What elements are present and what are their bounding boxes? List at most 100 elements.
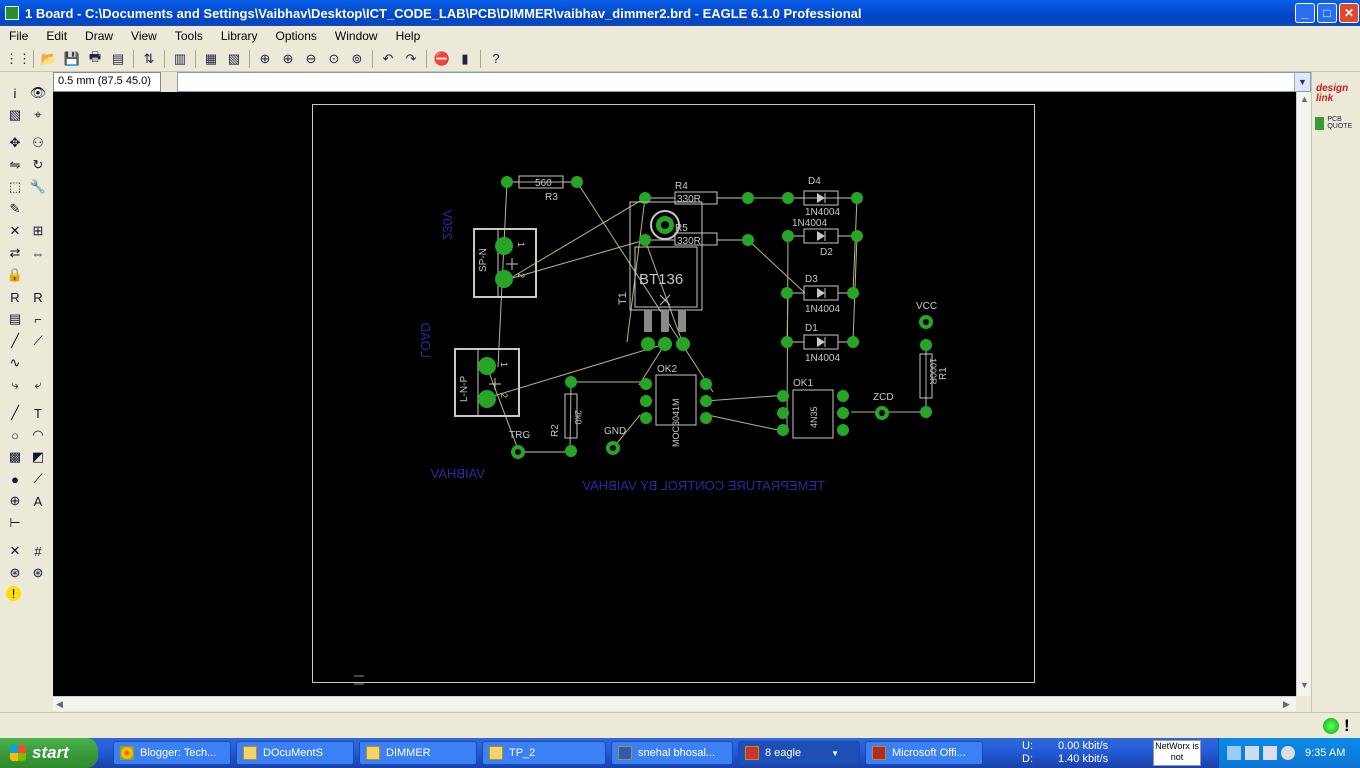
arc-icon[interactable]: ◠ <box>29 426 47 444</box>
designlink-logo[interactable]: design link <box>1316 84 1358 108</box>
polygon-icon[interactable]: ◩ <box>29 448 47 466</box>
meander-icon[interactable]: ∿ <box>6 354 24 372</box>
wire-icon[interactable]: ╱ <box>6 404 24 422</box>
text-icon[interactable]: T <box>29 404 47 422</box>
delete-icon[interactable]: ✕ <box>6 222 24 240</box>
value-icon[interactable]: R <box>29 288 47 306</box>
horizontal-scrollbar[interactable]: ◀ ▶ <box>53 696 1296 711</box>
open-folder-icon[interactable]: 📂 <box>39 49 59 69</box>
command-line-input[interactable]: ▼ <box>177 72 1311 92</box>
drc-icon[interactable]: ⊛ <box>6 564 24 582</box>
run-ulp-icon[interactable]: ▧ <box>224 49 244 69</box>
tray-volume-icon[interactable] <box>1245 746 1259 760</box>
status-ok-icon <box>1323 718 1339 734</box>
zoom-out-icon[interactable]: ⊖ <box>301 49 321 69</box>
lock-icon[interactable]: 🔒 <box>6 266 24 284</box>
hole-icon[interactable]: ⊕ <box>6 492 24 510</box>
scroll-up-icon[interactable]: ▲ <box>1300 94 1309 104</box>
task-tp2[interactable]: TP_2 <box>482 741 606 765</box>
stop-icon[interactable]: ⛔ <box>432 49 452 69</box>
ripup-icon[interactable]: ⤶ <box>29 376 47 394</box>
split-icon[interactable]: ╱ <box>6 332 24 350</box>
dimension-icon[interactable]: ⊢ <box>6 514 24 532</box>
circle-icon[interactable]: ○ <box>6 426 24 444</box>
zoom-select-icon[interactable]: ⊚ <box>347 49 367 69</box>
mirror-icon[interactable]: ⇋ <box>6 156 24 174</box>
scroll-right-icon[interactable]: ▶ <box>1283 699 1290 710</box>
zoom-to-fit-icon[interactable]: ⊕ <box>255 49 275 69</box>
errors-icon[interactable]: ⊛ <box>29 564 47 582</box>
zoom-in-icon[interactable]: ⊕ <box>278 49 298 69</box>
miter-icon[interactable]: ⌐ <box>29 310 47 328</box>
tray-network-icon[interactable] <box>1227 746 1241 760</box>
pinswap-icon[interactable]: ⇔ <box>29 244 47 262</box>
menu-help[interactable]: Help <box>387 29 430 43</box>
ratsnest-icon[interactable]: ✕ <box>6 542 24 560</box>
start-button[interactable]: start <box>0 738 98 768</box>
change-icon[interactable]: 🔧 <box>29 178 47 196</box>
smash-icon[interactable]: ▤ <box>6 310 24 328</box>
add-icon[interactable]: ⊞ <box>29 222 47 240</box>
mark-icon[interactable]: ⌖ <box>29 106 47 124</box>
info-icon[interactable]: i <box>6 84 24 102</box>
clock[interactable]: 9:35 AM <box>1305 747 1345 759</box>
group-icon[interactable]: ⬚ <box>6 178 24 196</box>
scroll-down-icon[interactable]: ▼ <box>1300 680 1309 690</box>
name-icon[interactable]: R <box>6 288 24 306</box>
use-library-icon[interactable]: ▥ <box>170 49 190 69</box>
via-icon[interactable]: ● <box>6 470 24 488</box>
copy-icon[interactable]: ⚇ <box>29 134 47 152</box>
task-blogger[interactable]: Blogger: Tech... <box>113 741 231 765</box>
task-eagle[interactable]: 8 eagle ▼ <box>738 741 860 765</box>
task-snehal[interactable]: snehal bhosal... <box>611 741 733 765</box>
replace-icon[interactable]: ⇄ <box>6 244 24 262</box>
attribute-icon[interactable]: A <box>29 492 47 510</box>
menu-draw[interactable]: Draw <box>76 29 122 43</box>
networx-indicator[interactable]: NetWorx is not <box>1153 740 1201 766</box>
task-documents[interactable]: DOcuMentS <box>236 741 354 765</box>
undo-icon[interactable]: ↶ <box>378 49 398 69</box>
menu-window[interactable]: Window <box>326 29 387 43</box>
menu-file[interactable]: File <box>0 29 37 43</box>
display-layers-icon[interactable]: ▧ <box>6 106 24 124</box>
tray-display-icon[interactable] <box>1263 746 1277 760</box>
maximize-button[interactable]: □ <box>1317 3 1337 23</box>
menu-tools[interactable]: Tools <box>166 29 212 43</box>
print-icon[interactable]: 🖶 <box>85 49 105 69</box>
save-icon[interactable]: 💾 <box>62 49 82 69</box>
show-icon[interactable]: 👁 <box>29 84 47 102</box>
switch-to-schematic-icon[interactable]: ⇅ <box>139 49 159 69</box>
menu-options[interactable]: Options <box>267 29 326 43</box>
rotate-icon[interactable]: ↻ <box>29 156 47 174</box>
minimize-button[interactable]: _ <box>1295 3 1315 23</box>
script-icon[interactable]: ▦ <box>201 49 221 69</box>
task-dimmer[interactable]: DIMMER <box>359 741 477 765</box>
menu-view[interactable]: View <box>122 29 166 43</box>
menu-library[interactable]: Library <box>212 29 267 43</box>
status-stop-icon[interactable]: ! <box>1344 716 1356 736</box>
board-canvas[interactable]: 560 R3 R4 330R R5 330R BT136 T1 D4 1N400… <box>53 92 1296 696</box>
help-icon[interactable]: ? <box>486 49 506 69</box>
autorouter-icon[interactable]: # <box>29 542 47 560</box>
vertical-scrollbar[interactable]: ▲ ▼ <box>1296 92 1311 696</box>
pcb-quote-button[interactable]: PCB QUOTE <box>1315 114 1357 132</box>
rect-icon[interactable]: ▩ <box>6 448 24 466</box>
signal-icon[interactable]: ⟋ <box>29 470 47 488</box>
warning-icon[interactable]: ! <box>6 586 21 601</box>
close-button[interactable]: ✕ <box>1339 3 1359 23</box>
menu-edit[interactable]: Edit <box>37 29 76 43</box>
task-microsoft-office[interactable]: Microsoft Offi... <box>865 741 983 765</box>
go-icon[interactable]: ▮ <box>455 49 475 69</box>
scroll-left-icon[interactable]: ◀ <box>56 699 63 710</box>
tray-clock-icon[interactable] <box>1281 746 1295 760</box>
cam-processor-icon[interactable]: ▤ <box>108 49 128 69</box>
grid-icon[interactable]: ⋮⋮ <box>5 49 31 69</box>
route-icon[interactable]: ⤷ <box>6 376 24 394</box>
command-history-dropdown-icon[interactable]: ▼ <box>1294 73 1310 91</box>
move-icon[interactable]: ✥ <box>6 134 24 152</box>
redo-icon[interactable]: ↷ <box>401 49 421 69</box>
redraw-icon[interactable]: ⊙ <box>324 49 344 69</box>
paste-icon[interactable]: ✎ <box>6 200 24 218</box>
eagle-app-icon[interactable] <box>5 6 19 20</box>
optimize-icon[interactable]: ⟋ <box>29 332 47 350</box>
